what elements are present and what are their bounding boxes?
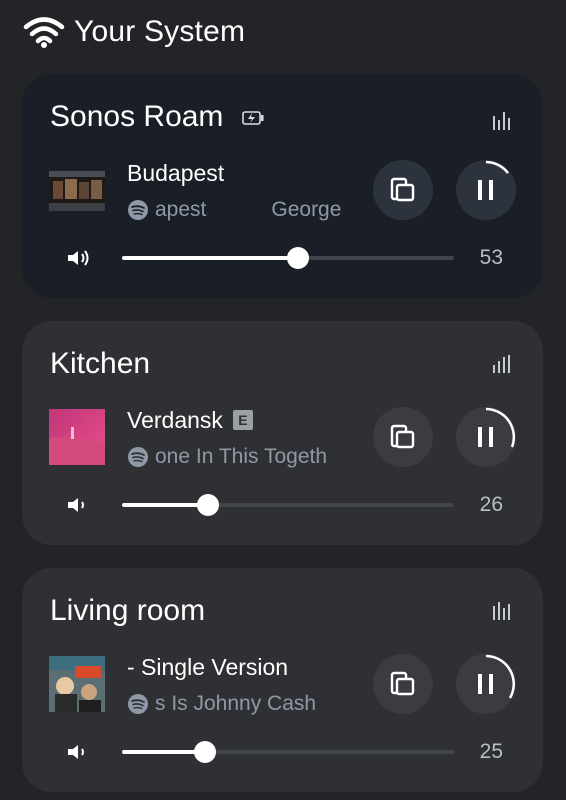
group-button[interactable] [373,654,433,714]
equalizer-icon[interactable] [491,353,513,375]
volume-slider[interactable] [122,494,454,516]
progress-ring [485,654,515,699]
track-title: - Single Version [127,654,289,680]
volume-icon[interactable] [66,742,92,762]
track-source: one In This Togeth [127,445,351,469]
spotify-icon [128,694,148,715]
group-speakers-icon [390,671,415,696]
system-header: Your System [22,12,245,52]
group-speakers-icon [390,177,415,202]
volume-slider[interactable] [122,247,454,269]
progress-ring [485,160,509,174]
group-button[interactable] [373,160,433,220]
volume-fill [122,503,209,507]
volume-knob[interactable] [194,741,216,763]
track-source: apest George [127,198,377,222]
room-card-living-room[interactable]: Living room - Single Version s Is Johnny… [22,568,543,792]
volume-knob[interactable] [197,494,220,516]
volume-value: 25 [479,740,503,763]
album-art [49,409,105,465]
spotify-icon [128,200,148,221]
equalizer-icon[interactable] [491,600,513,622]
volume-value: 53 [479,246,503,269]
room-card-kitchen[interactable]: Kitchen Verdansk E one In This Togeth 26 [22,321,543,545]
spotify-icon [128,447,148,468]
room-name: Sonos Roam [50,100,264,134]
explicit-badge: E [232,410,253,430]
track-source: s Is Johnny Cash [127,692,367,716]
volume-icon[interactable] [66,495,92,515]
wifi-icon [23,17,65,48]
volume-knob[interactable] [286,247,309,269]
equalizer-icon[interactable] [491,110,513,132]
pause-button[interactable] [456,160,516,220]
room-card-sonos-roam[interactable]: Sonos Roam Budapest apest George 53 [22,74,543,298]
battery-charging-icon [241,111,264,125]
track-title: Budapest [127,160,225,186]
volume-value: 26 [479,493,503,516]
pause-button[interactable] [456,654,516,714]
group-speakers-icon [390,424,415,449]
volume-fill [122,256,298,260]
volume-fill [122,750,205,754]
album-art [49,163,105,219]
track-title: Verdansk E [127,407,253,434]
page-title: Your System [74,15,246,48]
room-name: Kitchen [50,347,151,380]
volume-icon[interactable] [66,248,92,268]
volume-slider[interactable] [122,741,454,763]
room-name: Living room [50,594,206,627]
group-button[interactable] [373,407,433,467]
pause-button[interactable] [456,407,516,467]
progress-ring [485,407,516,448]
album-art [49,656,105,712]
